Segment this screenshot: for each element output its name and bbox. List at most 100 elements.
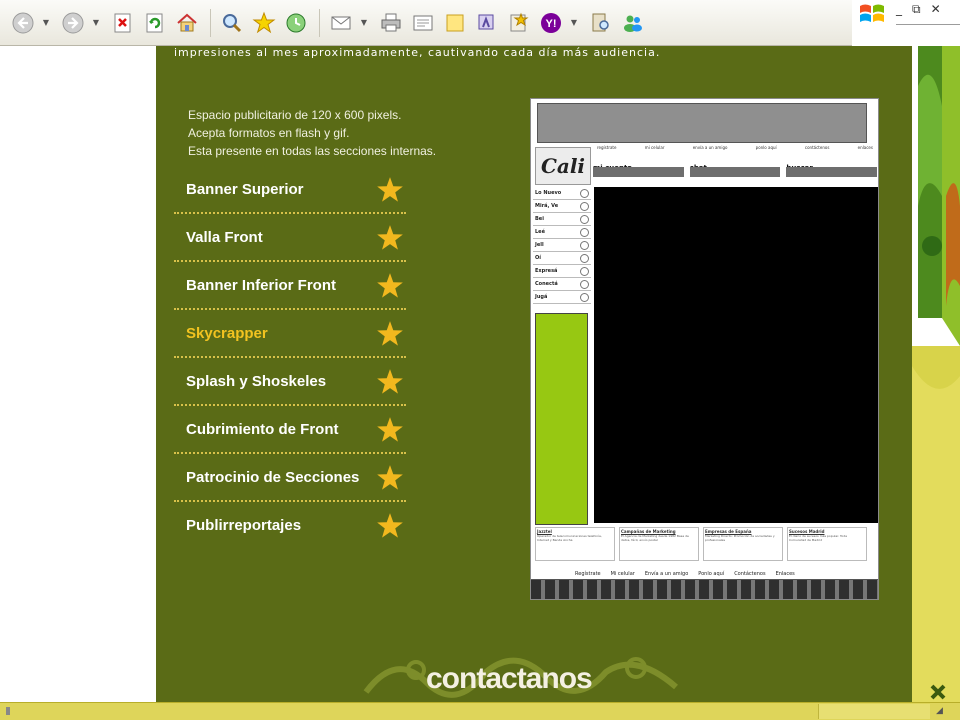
favorites-icon[interactable] xyxy=(249,8,279,38)
intro-text: impresiones al mes aproximadamente, caut… xyxy=(174,46,661,59)
address-line xyxy=(896,24,960,25)
preview-nav-item: Expresá xyxy=(533,265,591,278)
windows-logo-icon xyxy=(860,4,884,22)
preview-content-area xyxy=(594,187,878,523)
minimize-button[interactable]: _ xyxy=(896,2,902,17)
mail-dropdown-icon[interactable]: ▼ xyxy=(358,8,370,38)
preview-box-field xyxy=(786,167,878,177)
preview-top-banner xyxy=(537,103,867,143)
preview-link: ponlo aquí xyxy=(755,145,777,150)
preview-box: mi cuenta xyxy=(593,155,684,183)
preview-bottom-links: Regístrate Mi celular Envía a un amigo P… xyxy=(575,571,795,577)
star-icon xyxy=(377,177,403,202)
search-icon[interactable] xyxy=(217,8,247,38)
menu-item-label: Valla Front xyxy=(186,229,263,246)
preview-top-links: regístrate mi celular envía a un amigo p… xyxy=(597,145,873,150)
close-button[interactable]: ✕ xyxy=(931,2,941,17)
menu-item-label: Splash y Shoskeles xyxy=(186,373,327,390)
toolbar-divider xyxy=(319,8,320,37)
skyscraper-spec: Espacio publicitario de 120 x 600 pixels… xyxy=(188,106,436,160)
contacts-icon[interactable] xyxy=(618,8,648,38)
mail-icon[interactable] xyxy=(326,8,356,38)
preview-nav-item: Jell xyxy=(533,239,591,252)
preview-footer-ad: Campañas de Marketing El Agencia de Marke… xyxy=(619,527,699,561)
page-left-margin xyxy=(0,46,156,702)
back-icon[interactable] xyxy=(8,8,38,38)
preview-ornament xyxy=(531,579,878,599)
messenger-icon[interactable] xyxy=(472,8,502,38)
contact-link[interactable]: contactanos xyxy=(426,662,593,696)
preview-footer-ads: Jazztel Operador de telecomunicaciones te… xyxy=(535,527,867,561)
preview-nav-item: Leé xyxy=(533,226,591,239)
preview-nav-item: Lo Nuevo xyxy=(533,187,591,200)
menu-item-banner-inferior-front[interactable]: Banner Inferior Front xyxy=(174,262,406,310)
stop-icon[interactable] xyxy=(108,8,138,38)
yahoo-dropdown-icon[interactable]: ▼ xyxy=(568,8,580,38)
star-icon xyxy=(377,465,403,490)
menu-item-label: Skycrapper xyxy=(186,325,268,342)
menu-item-label: Patrocinio de Secciones xyxy=(186,469,360,486)
restore-button[interactable]: ⧉ xyxy=(912,2,921,17)
preview-link: mi celular xyxy=(644,145,665,150)
preview-header-boxes: mi cuenta chat buscar xyxy=(593,155,878,183)
preview-box-field xyxy=(689,167,781,177)
preview-footer-ad: Empresas de España Marketing Directo: Pro… xyxy=(703,527,783,561)
site-preview: Cali regístrate mi celular envía a un am… xyxy=(530,98,879,600)
research-icon[interactable] xyxy=(586,8,616,38)
menu-item-label: Cubrimiento de Front xyxy=(186,421,339,438)
menu-item-valla-front[interactable]: Valla Front xyxy=(174,214,406,262)
menu-item-label: Banner Superior xyxy=(186,181,304,198)
star-icon xyxy=(377,417,403,442)
menu-item-publirreportajes[interactable]: Publirreportajes xyxy=(174,502,406,550)
forward-icon[interactable] xyxy=(58,8,88,38)
preview-box: buscar xyxy=(786,155,878,183)
history-icon[interactable] xyxy=(281,8,311,38)
preview-box-field xyxy=(593,167,684,177)
refresh-icon[interactable] xyxy=(140,8,170,38)
status-bar: ◢ xyxy=(0,702,960,720)
menu-item-skycrapper[interactable]: Skycrapper xyxy=(174,310,406,358)
toolbar-divider xyxy=(210,8,211,37)
decorative-foliage xyxy=(912,46,960,702)
spec-line: Acepta formatos en flash y gif. xyxy=(188,126,350,140)
star-icon xyxy=(377,273,403,298)
browser-window: ▼ ▼ ▼ Y! ▼ _ ⧉ ✕ impresiones al mes apro… xyxy=(0,0,960,720)
preview-nav-item: Mirá, Ve xyxy=(533,200,591,213)
preview-link: enlaces xyxy=(857,145,873,150)
star-icon xyxy=(377,513,403,538)
preview-link: envía a un amigo xyxy=(692,145,728,150)
resize-grip-icon[interactable]: ◢ xyxy=(936,706,943,716)
status-left-icon xyxy=(6,707,14,715)
preview-nav-item: Conectá xyxy=(533,278,591,291)
home-icon[interactable] xyxy=(172,8,202,38)
preview-nav-item: Bei xyxy=(533,213,591,226)
menu-item-patrocinio-secciones[interactable]: Patrocinio de Secciones xyxy=(174,454,406,502)
status-zone xyxy=(818,704,930,719)
menu-item-cubrimiento-front[interactable]: Cubrimiento de Front xyxy=(174,406,406,454)
star-icon xyxy=(377,225,403,250)
preview-footer-ad: Sucesos Madrid El diario de sucesos más p… xyxy=(787,527,867,561)
right-decoration xyxy=(912,46,960,702)
ad-format-menu: Banner Superior Valla Front Banner Infer… xyxy=(174,166,406,550)
preview-nav-item: Jugá xyxy=(533,291,591,304)
back-dropdown-icon[interactable]: ▼ xyxy=(40,8,52,38)
forward-dropdown-icon[interactable]: ▼ xyxy=(90,8,102,38)
note-icon[interactable] xyxy=(440,8,470,38)
star-icon xyxy=(377,369,403,394)
menu-item-splash-shoskeles[interactable]: Splash y Shoskeles xyxy=(174,358,406,406)
preview-footer-ad: Jazztel Operador de telecomunicaciones te… xyxy=(535,527,615,561)
web-page: impresiones al mes aproximadamente, caut… xyxy=(0,46,960,702)
preview-nav-item: Oí xyxy=(533,252,591,265)
menu-item-banner-superior[interactable]: Banner Superior xyxy=(174,166,406,214)
bookmark-icon[interactable] xyxy=(504,8,534,38)
preview-link: contáctenos xyxy=(804,145,830,150)
spec-line: Espacio publicitario de 120 x 600 pixels… xyxy=(188,108,402,122)
preview-link: regístrate xyxy=(597,145,617,150)
preview-side-nav: Lo Nuevo Mirá, Ve Bei Leé Jell Oí Expres… xyxy=(533,187,591,304)
yahoo-icon[interactable]: Y! xyxy=(536,8,566,38)
preview-skyscraper-slot xyxy=(535,313,588,525)
edit-icon[interactable] xyxy=(408,8,438,38)
star-icon xyxy=(377,321,403,346)
print-icon[interactable] xyxy=(376,8,406,38)
menu-item-label: Publirreportajes xyxy=(186,517,302,534)
